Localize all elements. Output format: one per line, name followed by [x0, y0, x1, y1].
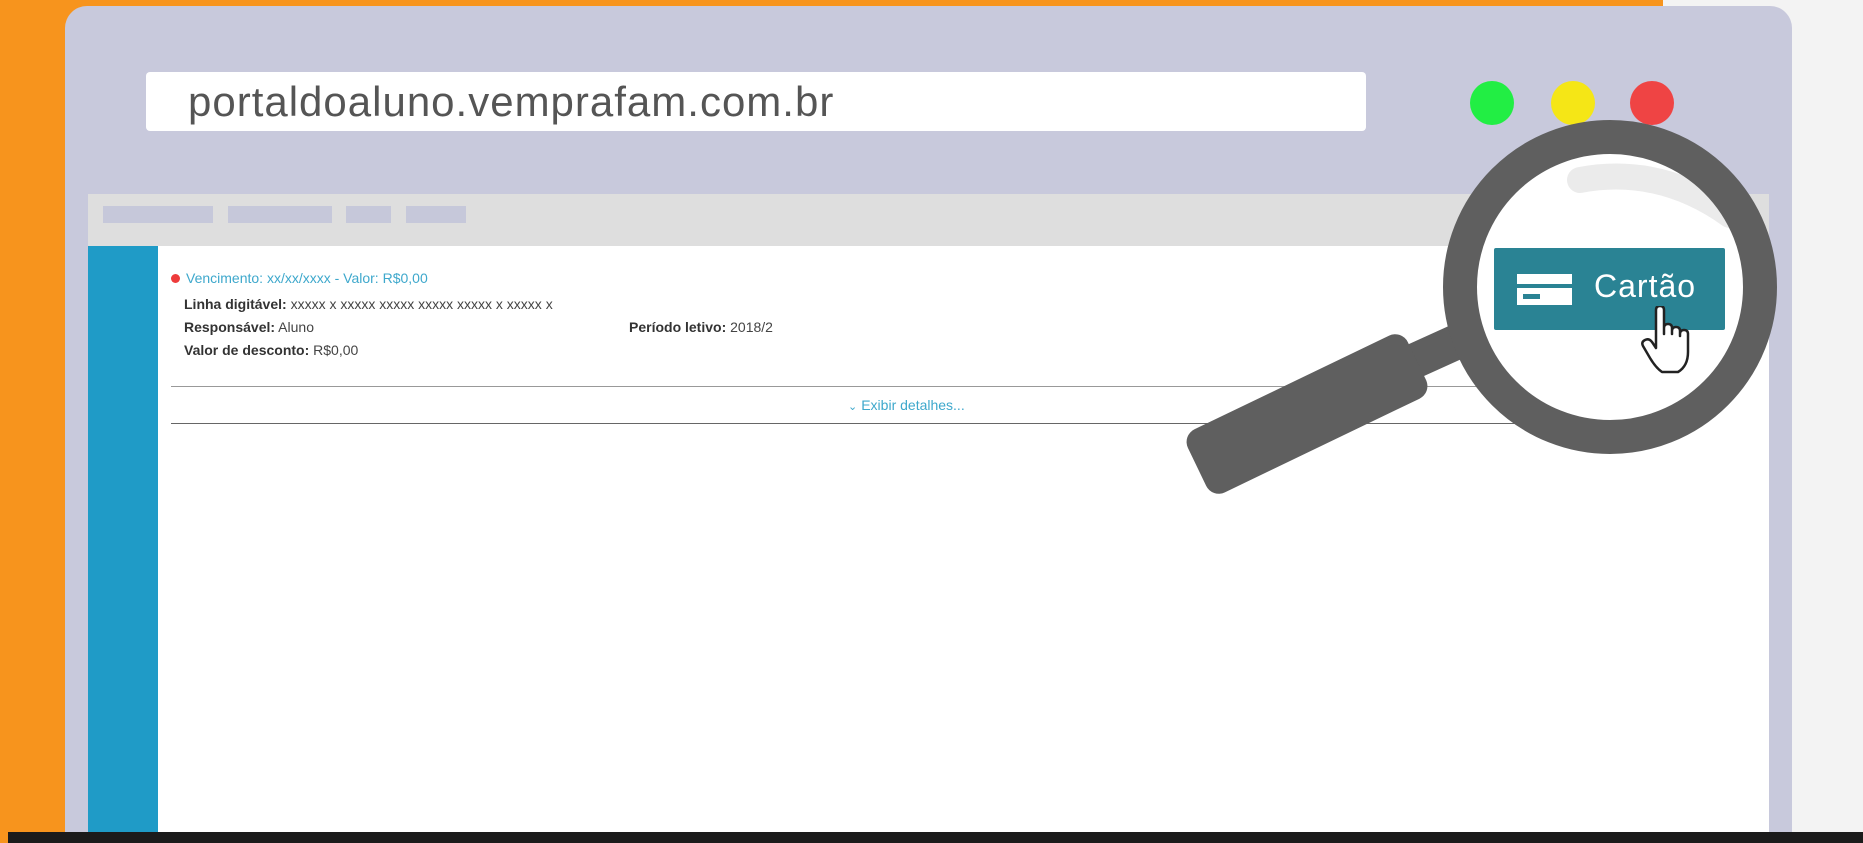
magnifier-overlay: Cartão: [0, 0, 1863, 843]
credit-card-icon: [1517, 274, 1572, 305]
hand-pointer-icon: [1641, 306, 1690, 374]
magnifying-glass-icon: [1186, 120, 1777, 494]
card-button-label: Cartão: [1594, 268, 1697, 304]
